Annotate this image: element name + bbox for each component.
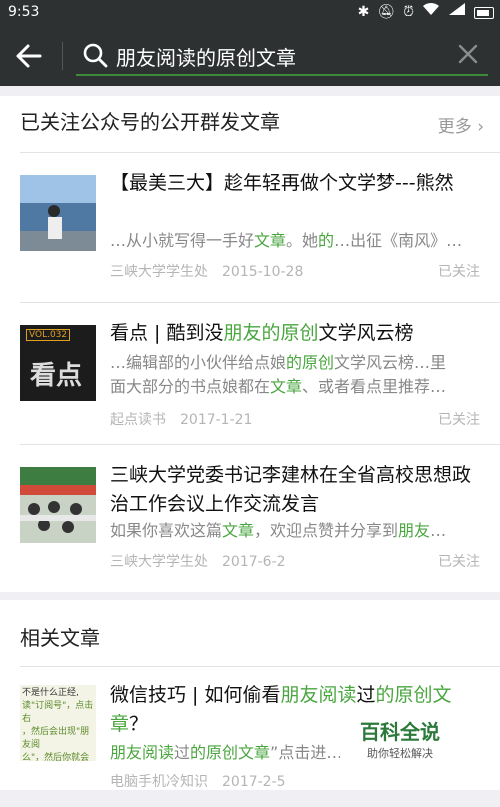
followed-articles-section: 已关注公众号的公开群发文章 更多 › 【最美三大】趁年轻再做个文学梦---熊然 …	[0, 96, 500, 592]
status-icons: ✱ 🔕︎ ⏰︎	[358, 2, 494, 22]
section-title: 相关文章	[20, 626, 100, 650]
article-meta: 电脑手机冷知识 2017-2-5	[110, 771, 300, 791]
clear-icon[interactable]	[456, 42, 480, 66]
article-meta: 三峡大学学生处 2017-6-2	[110, 551, 300, 571]
more-link[interactable]: 更多 ›	[438, 112, 484, 137]
mute-icon: 🔕︎	[377, 4, 396, 20]
article-title[interactable]: 看点 | 酷到没朋友的原创文学风云榜	[110, 319, 480, 348]
article-thumbnail	[20, 467, 96, 543]
followed-badge: 已关注	[438, 264, 480, 280]
signal-icon	[448, 2, 466, 22]
article-title[interactable]: 【最美三大】趁年轻再做个文学梦---熊然	[110, 169, 480, 198]
article-source: 电脑手机冷知识	[110, 774, 208, 790]
article-item[interactable]: 【最美三大】趁年轻再做个文学梦---熊然 …从小就写得一手好文章。她的…出征《南…	[0, 153, 500, 293]
article-snippet: …从小就写得一手好文章。她的…出征《南风》…	[110, 231, 463, 250]
article-thumbnail: VOL.032 看点	[20, 325, 96, 401]
search-bar: 朋友阅读的原创文章	[0, 26, 500, 86]
article-date: 2017-2-5	[222, 774, 286, 790]
article-thumbnail: 不是什么正经, 读"订阅号"，点击右 ，然后会出现"朋友阅 么"，然后你就会发	[20, 685, 96, 761]
search-query[interactable]: 朋友阅读的原创文章	[116, 42, 296, 71]
article-title[interactable]: 三峡大学党委书记李建林在全省高校思想政治工作会议上作交流发言	[110, 461, 480, 519]
followed-badge: 已关注	[438, 412, 480, 428]
chevron-right-icon: ›	[477, 117, 484, 137]
search-icon	[83, 43, 108, 68]
article-source: 三峡大学学生处	[110, 264, 208, 280]
article-thumbnail	[20, 175, 96, 251]
article-item[interactable]: 三峡大学党委书记李建林在全省高校思想政治工作会议上作交流发言 如果你喜欢这篇文章…	[0, 445, 500, 585]
followed-badge: 已关注	[438, 554, 480, 570]
search-input[interactable]: 朋友阅读的原创文章	[76, 36, 488, 76]
article-date: 2017-6-2	[222, 554, 286, 570]
alarm-icon: ⏰︎	[403, 4, 414, 20]
clock: 9:53	[8, 4, 40, 20]
battery-icon	[474, 6, 494, 19]
article-meta: 起点读书 2017-1-21	[110, 409, 266, 429]
article-snippet: 面大部分的书点娘都在文章、或者看点里推荐…	[110, 377, 447, 396]
article-snippet: …编辑部的小伙伴给点娘的原创文学风云榜…里	[110, 353, 447, 372]
back-button[interactable]	[14, 42, 48, 72]
article-source: 三峡大学学生处	[110, 554, 208, 570]
article-meta: 三峡大学学生处 2015-10-28	[110, 261, 317, 281]
article-date: 2015-10-28	[222, 264, 304, 280]
watermark-logo: 百科全说 助你轻松解决	[340, 714, 460, 766]
article-source: 起点读书	[110, 412, 166, 428]
article-snippet: 如果你喜欢这篇文章，欢迎点赞并分享到朋友…	[110, 521, 447, 540]
divider	[62, 42, 63, 70]
status-bar: 9:53 ✱ 🔕︎ ⏰︎	[0, 0, 500, 26]
article-item[interactable]: VOL.032 看点 看点 | 酷到没朋友的原创文学风云榜 …编辑部的小伙伴给点…	[0, 303, 500, 443]
wifi-icon	[422, 2, 440, 22]
article-date: 2017-1-21	[180, 412, 253, 428]
bluetooth-icon: ✱	[357, 4, 370, 20]
back-arrow-icon	[16, 44, 42, 68]
section-title: 已关注公众号的公开群发文章	[20, 110, 280, 134]
